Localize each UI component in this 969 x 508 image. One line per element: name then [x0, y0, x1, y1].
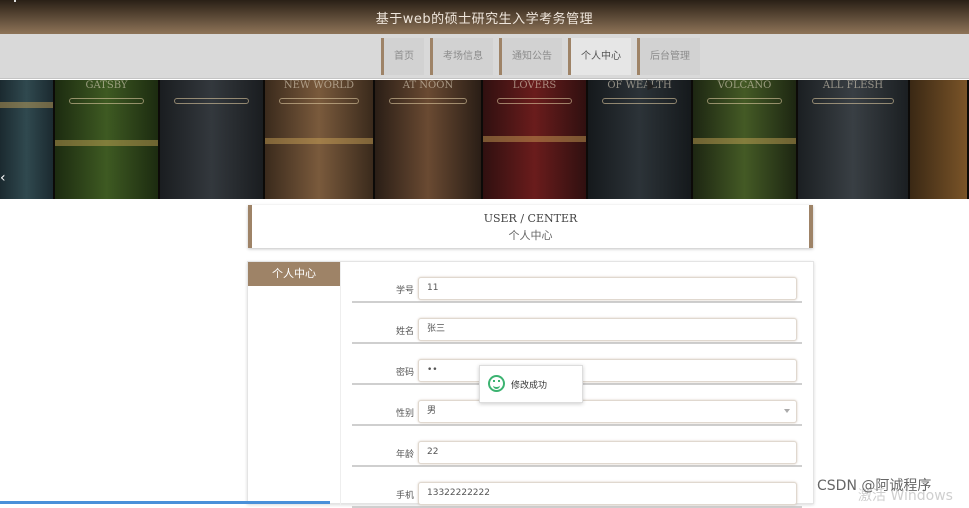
toast-message: 修改成功 [511, 381, 548, 391]
gender-select[interactable]: 男 [418, 400, 797, 423]
nav-item-exam-rooms[interactable]: 考场信息 [430, 38, 493, 75]
book-spine: LOVERS [483, 80, 588, 199]
book-spine: ALL FLESH [798, 80, 910, 199]
smile-icon [488, 375, 505, 392]
book-spine: NEW WORLD [265, 80, 375, 199]
section-title-en: USER / CENTER [483, 212, 578, 225]
form-row-age: 年龄 22 [352, 426, 802, 467]
book-title: LOVERS [512, 80, 557, 91]
section-header: USER / CENTER 个人中心 [248, 205, 813, 248]
book-title: VOLCANO [717, 80, 772, 91]
nav-item-admin[interactable]: 后台管理 [637, 38, 700, 75]
nav-item-user-center[interactable]: 个人中心 [568, 38, 631, 75]
nav-item-home[interactable]: 首页 [381, 38, 424, 75]
field-label: 密码 [395, 368, 414, 378]
banner-carousel[interactable]: GATSBY NEW WORLD AT NOON LOVERS OF WEALT… [0, 80, 969, 199]
form-row-phone: 手机 13322222222 [352, 467, 802, 508]
header-mark [14, 0, 16, 2]
book-spine [910, 80, 969, 199]
phone-field[interactable]: 13322222222 [418, 482, 797, 505]
password-field[interactable]: •• [418, 359, 797, 382]
sidebar: 个人中心 [248, 262, 341, 505]
header-topleft-text: 3rmaoofe [62, 0, 105, 3]
book-title: ALL FLESH [822, 80, 884, 91]
success-toast: 修改成功 [479, 365, 583, 403]
nav-item-notices[interactable]: 通知公告 [499, 38, 562, 75]
main-nav: 首页 考场信息 通知公告 个人中心 后台管理 [0, 34, 969, 79]
name-field[interactable]: 张三 [418, 318, 797, 341]
age-field[interactable]: 22 [418, 441, 797, 464]
form-row-name: 姓名 张三 [352, 303, 802, 344]
field-label: 性别 [395, 409, 414, 419]
book-title: NEW WORLD [283, 80, 355, 91]
book-spine: OF WEALTH [588, 80, 693, 199]
sidebar-item-user-center[interactable]: 个人中心 [248, 262, 340, 286]
prev-arrow-icon[interactable]: ‹ [0, 170, 6, 186]
chevron-down-icon [784, 409, 790, 413]
form-row-student-id: 学号 11 [352, 262, 802, 303]
field-label: 姓名 [395, 327, 414, 337]
book-spine: GATSBY [55, 80, 160, 199]
top-header: 3rmaoofe 基于web的硕士研究生入学考务管理 [0, 0, 969, 34]
nav-list: 首页 考场信息 通知公告 个人中心 后台管理 [381, 38, 700, 75]
field-label: 年龄 [395, 450, 414, 460]
student-id-field[interactable]: 11 [418, 277, 797, 300]
field-label: 学号 [395, 286, 414, 296]
book-title: OF WEALTH [607, 80, 672, 91]
gender-value: 男 [427, 406, 437, 416]
book-title: GATSBY [85, 80, 128, 91]
book-spine: VOLCANO [693, 80, 798, 199]
book-spine [0, 80, 55, 199]
book-title: AT NOON [402, 80, 454, 91]
book-spine [160, 80, 265, 199]
csdn-watermark: CSDN @阿诚程序 [817, 478, 932, 494]
section-title-zh: 个人中心 [508, 229, 553, 242]
site-title: 基于web的硕士研究生入学考务管理 [375, 12, 594, 27]
field-label: 手机 [395, 491, 414, 501]
book-spine: AT NOON [375, 80, 483, 199]
